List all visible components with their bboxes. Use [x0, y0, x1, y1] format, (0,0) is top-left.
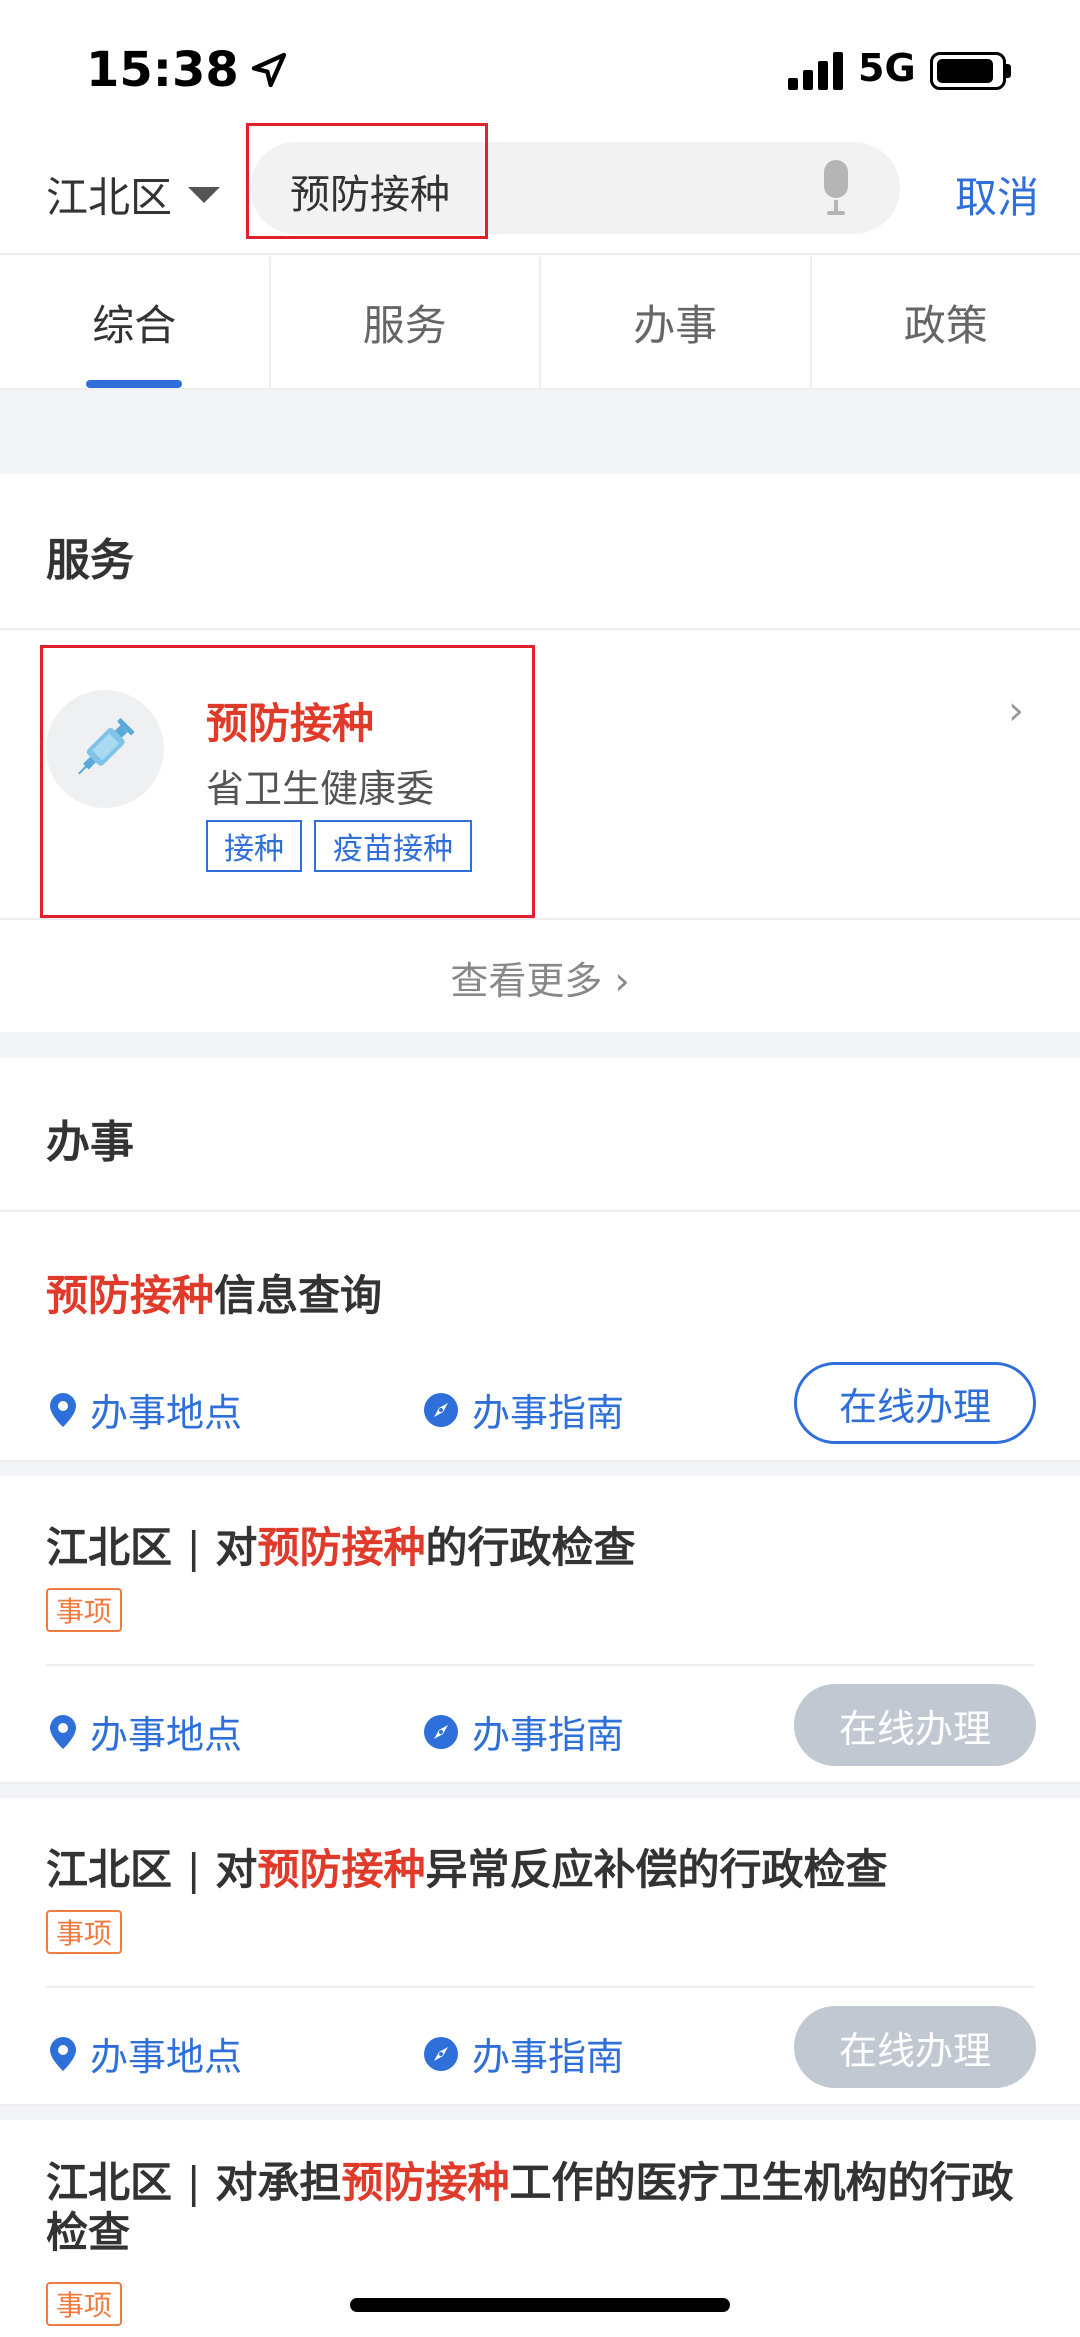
item-title[interactable]: 江北区 | 对承担预防接种工作的医疗卫生机构的行政检查: [46, 2158, 1036, 2258]
microphone-icon[interactable]: [818, 160, 854, 216]
guide-link[interactable]: 办事指南: [424, 1704, 624, 1759]
item-badge: 事项: [46, 1910, 123, 1954]
status-time: 15:38: [86, 42, 289, 98]
chevron-right-icon: ›: [1008, 688, 1024, 734]
divider: [46, 1664, 1034, 1666]
item-badge: 事项: [46, 1588, 123, 1632]
tab-handling[interactable]: 办事: [541, 257, 812, 388]
services-section-title: 服务: [46, 535, 134, 586]
divider: [0, 628, 1080, 630]
section-gap: [0, 1784, 1080, 1798]
network-label: 5G: [858, 46, 916, 90]
section-gap: [0, 390, 1080, 474]
section-gap: [0, 2106, 1080, 2120]
tab-services[interactable]: 服务: [271, 257, 541, 388]
home-indicator: [350, 2298, 730, 2312]
location-link[interactable]: 办事地点: [50, 1704, 242, 1759]
compass-icon: [424, 2036, 458, 2071]
location-arrow-icon: [251, 52, 286, 88]
location-pin-icon: [50, 1392, 76, 1427]
location-pin-icon: [50, 1714, 76, 1749]
location-link[interactable]: 办事地点: [50, 1382, 242, 1437]
region-selector[interactable]: 江北区: [46, 164, 221, 225]
search-header: 江北区 预防接种 取消: [0, 140, 1080, 255]
section-gap: [0, 1032, 1080, 1058]
item-actions: 办事地点 办事指南 在线办理: [0, 1684, 1080, 1774]
divider: [0, 1210, 1080, 1212]
highlight-box-service: [40, 645, 535, 918]
online-handle-button-disabled: 在线办理: [794, 1684, 1036, 1766]
tab-bar: 综合 服务 办事 政策: [0, 257, 1080, 390]
location-pin-icon: [50, 2036, 76, 2071]
section-gap: [0, 1462, 1080, 1476]
caret-down-icon: [188, 186, 221, 203]
tab-policy[interactable]: 政策: [812, 257, 1080, 388]
battery-tip: [1006, 64, 1011, 78]
divider: [46, 1986, 1034, 1988]
guide-link[interactable]: 办事指南: [424, 2026, 624, 2081]
item-title[interactable]: 江北区 | 对预防接种的行政检查: [46, 1514, 635, 1575]
status-bar: 15:38 5G: [0, 0, 1080, 140]
cancel-button[interactable]: 取消: [955, 164, 1039, 225]
time-text: 15:38: [86, 42, 239, 98]
divider: [0, 918, 1080, 920]
item-actions: 办事地点 办事指南 在线办理: [0, 2006, 1080, 2096]
online-handle-button-disabled: 在线办理: [794, 2006, 1036, 2088]
online-handle-button[interactable]: 在线办理: [794, 1362, 1036, 1444]
region-label: 江北区: [46, 173, 173, 222]
view-more-link[interactable]: 查看更多 ›: [0, 950, 1080, 1005]
tab-overview[interactable]: 综合: [0, 257, 271, 388]
item-title[interactable]: 江北区 | 对预防接种异常反应补偿的行政检查: [46, 1836, 887, 1897]
item-actions: 办事地点 办事指南 在线办理: [0, 1362, 1080, 1452]
battery-icon: [930, 52, 1006, 90]
highlight-box-search: [246, 123, 488, 239]
guide-link[interactable]: 办事指南: [424, 1382, 624, 1437]
compass-icon: [424, 1392, 458, 1427]
handling-section-title: 办事: [46, 1117, 134, 1168]
item-title[interactable]: 预防接种信息查询: [46, 1262, 382, 1323]
item-badge: 事项: [46, 2282, 123, 2326]
compass-icon: [424, 1714, 458, 1749]
signal-icon: [788, 52, 843, 90]
location-link[interactable]: 办事地点: [50, 2026, 242, 2081]
